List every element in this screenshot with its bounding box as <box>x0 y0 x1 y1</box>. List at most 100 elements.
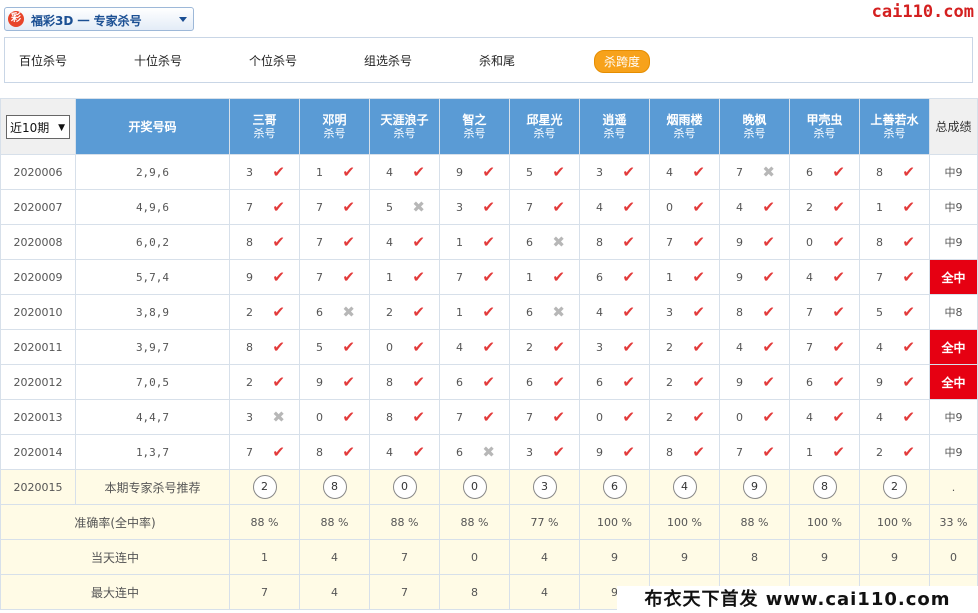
expert-name[interactable]: 烟雨楼 <box>651 113 719 127</box>
kill-cell: 2 ✔ <box>649 364 720 400</box>
kill-cell-content: 1 ✔ <box>441 234 509 250</box>
kill-cell-content: 6 ✖ <box>511 302 579 321</box>
recommend-number: 4 <box>672 475 697 499</box>
expert-header[interactable]: 三哥 杀号 <box>229 98 300 155</box>
expert-header[interactable]: 智之 杀号 <box>439 98 510 155</box>
expert-header[interactable]: 逍遥 杀号 <box>579 98 650 155</box>
kill-cell-content: 2 ✔ <box>371 304 439 320</box>
kill-cell-content: 7 ✔ <box>301 199 369 215</box>
draw-number-cell: 5,7,4 <box>75 259 230 295</box>
expert-name[interactable]: 三哥 <box>231 113 299 127</box>
kill-cell-content: 1 ✔ <box>511 269 579 285</box>
lottery-selector[interactable]: 彩 福彩3D 一 专家杀号 <box>4 7 194 31</box>
kill-cell-content: 5 ✔ <box>861 302 929 321</box>
expert-name[interactable]: 天涯浪子 <box>371 113 439 127</box>
check-icon: ✔ <box>692 407 705 426</box>
kill-number: 8 <box>386 375 393 389</box>
kill-number: 2 <box>806 200 813 214</box>
stat-label: 最大连中 <box>0 574 230 610</box>
check-icon: ✔ <box>272 442 285 461</box>
kill-cell-content: 2 ✔ <box>861 444 929 460</box>
check-icon: ✔ <box>622 267 635 286</box>
kill-cell: 4 ✔ <box>789 259 860 295</box>
kill-cell: 5 ✔ <box>509 154 580 190</box>
tab-tens[interactable]: 十位杀号 <box>134 52 182 69</box>
kill-cell: 3 ✖ <box>229 399 300 435</box>
draw-number-cell: 1,3,7 <box>75 434 230 470</box>
kill-number: 4 <box>736 200 743 214</box>
score-header: 总成绩 <box>929 98 978 155</box>
kill-cell-content: 3 ✖ <box>231 409 299 425</box>
kill-number: 8 <box>246 235 253 249</box>
site-logo[interactable]: cai110.com <box>872 2 974 22</box>
expert-name[interactable]: 上善若水 <box>861 113 929 127</box>
check-icon: ✔ <box>832 407 845 426</box>
kill-cell-content: 9 ✔ <box>581 444 649 460</box>
kill-cell-content: 4 ✔ <box>791 407 859 426</box>
expert-header[interactable]: 邱星光 杀号 <box>509 98 580 155</box>
check-icon: ✔ <box>622 302 635 321</box>
check-icon: ✔ <box>342 407 355 426</box>
expert-name[interactable]: 晚枫 <box>721 113 789 127</box>
kill-cell-content: 5 ✔ <box>301 339 369 355</box>
expert-sub-label: 杀号 <box>323 126 346 140</box>
expert-name[interactable]: 逍遥 <box>581 113 649 127</box>
recommend-number: 2 <box>882 475 907 499</box>
check-icon: ✔ <box>762 372 775 391</box>
recommend-number: 2 <box>252 475 277 499</box>
check-icon: ✔ <box>762 407 775 426</box>
period-filter-select[interactable]: 近10期 ▼ <box>6 114 70 139</box>
expert-header[interactable]: 邓明 杀号 <box>299 98 370 155</box>
kill-cell-content: 3 ✔ <box>511 444 579 460</box>
kill-cell: 7 ✔ <box>229 189 300 225</box>
tab-units[interactable]: 个位杀号 <box>249 52 297 69</box>
kill-number: 9 <box>736 270 743 284</box>
kill-cell-content: 6 ✖ <box>441 444 509 460</box>
score-cell: 中9 <box>929 434 978 470</box>
kill-cell-content: 6 ✖ <box>301 304 369 320</box>
expert-header[interactable]: 晚枫 杀号 <box>719 98 790 155</box>
stat-value: 4 <box>299 539 370 575</box>
kill-number: 1 <box>456 305 463 319</box>
expert-header[interactable]: 甲壳虫 杀号 <box>789 98 860 155</box>
expert-header[interactable]: 天涯浪子 杀号 <box>369 98 440 155</box>
period-cell: 2020013 <box>0 399 76 435</box>
kill-cell: 7 ✔ <box>649 224 720 260</box>
kill-number: 7 <box>876 270 883 284</box>
expert-name[interactable]: 邱星光 <box>511 113 579 127</box>
expert-header[interactable]: 上善若水 杀号 <box>859 98 930 155</box>
kill-number: 7 <box>526 410 533 424</box>
stat-value: 88 % <box>229 504 300 540</box>
kill-cell: 2 ✔ <box>369 294 440 330</box>
kill-cell: 7 ✔ <box>229 434 300 470</box>
expert-name[interactable]: 邓明 <box>301 113 369 127</box>
cross-icon: ✖ <box>762 162 775 181</box>
kill-cell-content: 8 ✔ <box>301 444 369 460</box>
expert-name[interactable]: 甲壳虫 <box>791 113 859 127</box>
lottery-logo-icon: 彩 <box>8 11 24 27</box>
kill-cell-content: 2 ✔ <box>651 407 719 426</box>
kill-cell: 7 ✔ <box>859 259 930 295</box>
table-row: 2020006 2,9,6 3 ✔ 1 ✔ 4 ✔ 9 ✔ 5 ✔ 3 ✔ 4 ✔ 7 ✖ 6 ✔ 8 ✔ 中9 <box>0 154 978 190</box>
tab-sum-tail[interactable]: 杀和尾 <box>479 52 515 69</box>
check-icon: ✔ <box>622 337 635 356</box>
kill-cell: 9 ✔ <box>719 224 790 260</box>
cross-icon: ✖ <box>552 302 565 321</box>
kill-cell: 6 ✔ <box>439 364 510 400</box>
expert-sub-label: 杀号 <box>743 126 766 140</box>
check-icon: ✔ <box>902 302 915 321</box>
kill-cell: 7 ✖ <box>719 154 790 190</box>
recommend-number: 3 <box>532 475 557 499</box>
tab-hundreds[interactable]: 百位杀号 <box>19 52 67 69</box>
kill-cell-content: 7 ✔ <box>791 304 859 320</box>
stat-value: 0 <box>439 539 510 575</box>
kill-cell-content: 1 ✔ <box>301 164 369 180</box>
tab-group[interactable]: 组选杀号 <box>364 52 412 69</box>
kill-cell-content: 1 ✔ <box>441 304 509 320</box>
tab-span[interactable]: 杀跨度 <box>594 50 651 73</box>
kill-cell: 1 ✔ <box>789 434 860 470</box>
kill-cell-content: 4 ✔ <box>581 199 649 215</box>
expert-name[interactable]: 智之 <box>441 113 509 127</box>
kill-cell: 2 ✔ <box>859 434 930 470</box>
expert-header[interactable]: 烟雨楼 杀号 <box>649 98 720 155</box>
